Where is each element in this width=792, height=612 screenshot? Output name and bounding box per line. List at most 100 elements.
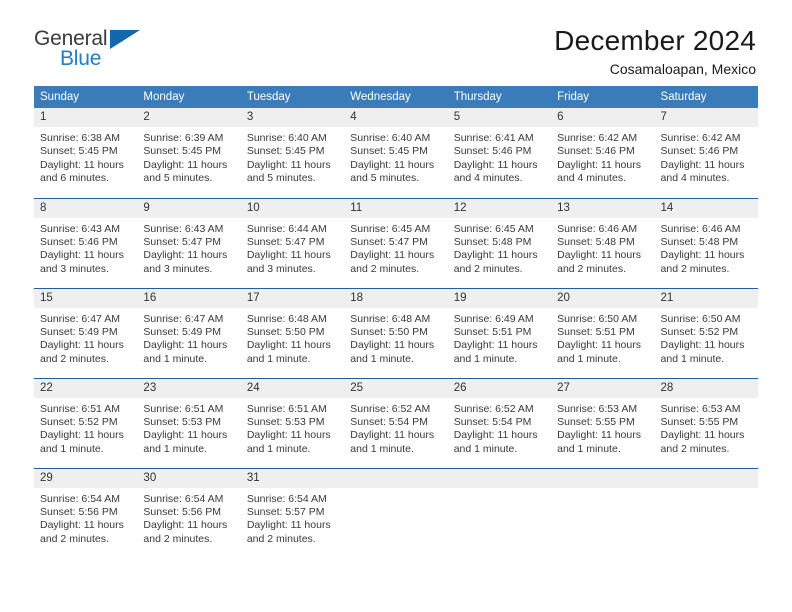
sunset-text: Sunset: 5:49 PM — [40, 325, 118, 338]
day-cell-empty — [447, 467, 552, 558]
day-cell-empty — [551, 467, 655, 558]
day-number: 15 — [34, 288, 138, 308]
sunset-text: Sunset: 5:45 PM — [143, 145, 222, 158]
day-details: Sunrise: 6:45 AM Sunset: 5:47 PM Daylight:… — [344, 218, 447, 277]
sunrise-text: Sunrise: 6:48 AM — [246, 312, 327, 325]
sunrise-text: Sunrise: 6:50 AM — [660, 312, 741, 325]
day-cell[interactable]: 29 Sunrise: 6:54 AM Sunset: 5:56 PM Dayligh… — [34, 467, 138, 558]
day-cell[interactable]: 5 Sunrise: 6:41 AM Sunset: 5:46 PM Daylight… — [447, 108, 552, 198]
daylight-text: Daylight: 11 hours and 1 minute. — [143, 339, 228, 365]
sunrise-text: Sunrise: 6:54 AM — [246, 492, 327, 505]
sunrise-text: Sunrise: 6:51 AM — [246, 402, 327, 415]
day-cell[interactable]: 2 Sunrise: 6:39 AM Sunset: 5:45 PM Daylight… — [137, 108, 241, 198]
daylight-text: Daylight: 11 hours and 5 minutes. — [246, 158, 331, 185]
day-number: 13 — [551, 198, 655, 218]
sunset-text: Sunset: 5:49 PM — [143, 325, 222, 338]
column-header-tuesday: Tuesday — [240, 86, 345, 108]
day-number: 23 — [137, 378, 241, 398]
day-cell[interactable]: 11 Sunrise: 6:45 AM Sunset: 5:47 PM Dayligh… — [344, 197, 448, 288]
day-details: Sunrise: 6:44 AM Sunset: 5:47 PM Daylight:… — [241, 218, 344, 277]
daylight-text: Daylight: 11 hours and 1 minute. — [246, 429, 331, 455]
day-details: Sunrise: 6:42 AM Sunset: 5:46 PM Daylight:… — [655, 127, 758, 186]
sunset-text: Sunset: 5:47 PM — [246, 235, 325, 248]
day-cell[interactable]: 23 Sunrise: 6:51 AM Sunset: 5:53 PM Dayligh… — [137, 377, 241, 468]
sunrise-text: Sunrise: 6:40 AM — [350, 132, 431, 144]
daylight-text: Daylight: 11 hours and 4 minutes. — [453, 158, 538, 185]
sunrise-text: Sunrise: 6:45 AM — [350, 222, 431, 235]
page-header: General Blue December 2024 Cosamaloapan,… — [34, 0, 758, 77]
day-number: 5 — [447, 108, 552, 127]
day-details: Sunrise: 6:46 AM Sunset: 5:48 PM Daylight:… — [551, 218, 654, 277]
day-cell[interactable]: 21 Sunrise: 6:50 AM Sunset: 5:52 PM Dayligh… — [654, 287, 758, 378]
day-cell[interactable]: 16 Sunrise: 6:47 AM Sunset: 5:49 PM Dayligh… — [137, 287, 241, 378]
daylight-text: Daylight: 11 hours and 1 minute. — [246, 339, 331, 365]
calendar-week-row: 8 Sunrise: 6:43 AM Sunset: 5:46 PM Daylight… — [34, 197, 758, 288]
day-number — [654, 468, 758, 488]
daylight-text: Daylight: 11 hours and 2 minutes. — [350, 249, 435, 275]
sunset-text: Sunset: 5:50 PM — [246, 325, 325, 338]
day-cell[interactable]: 22 Sunrise: 6:51 AM Sunset: 5:52 PM Dayligh… — [34, 377, 138, 468]
day-number: 19 — [447, 288, 552, 308]
sunrise-text: Sunrise: 6:40 AM — [246, 132, 327, 144]
day-cell[interactable]: 17 Sunrise: 6:48 AM Sunset: 5:50 PM Dayligh… — [240, 287, 345, 378]
day-cell[interactable]: 9 Sunrise: 6:43 AM Sunset: 5:47 PM Daylight… — [137, 197, 241, 288]
day-cell[interactable]: 26 Sunrise: 6:52 AM Sunset: 5:54 PM Dayligh… — [447, 377, 552, 468]
daylight-text: Daylight: 11 hours and 2 minutes. — [246, 519, 331, 545]
day-details: Sunrise: 6:38 AM Sunset: 5:45 PM Daylight:… — [34, 127, 137, 186]
day-cell[interactable]: 27 Sunrise: 6:53 AM Sunset: 5:55 PM Dayligh… — [551, 377, 655, 468]
daylight-text: Daylight: 11 hours and 5 minutes. — [350, 158, 435, 185]
day-cell[interactable]: 6 Sunrise: 6:42 AM Sunset: 5:46 PM Daylight… — [551, 108, 655, 198]
day-cell[interactable]: 18 Sunrise: 6:48 AM Sunset: 5:50 PM Dayligh… — [344, 287, 448, 378]
day-cell[interactable]: 3 Sunrise: 6:40 AM Sunset: 5:45 PM Daylight… — [240, 108, 345, 198]
daylight-text: Daylight: 11 hours and 2 minutes. — [40, 519, 124, 545]
day-cell[interactable]: 13 Sunrise: 6:46 AM Sunset: 5:48 PM Dayligh… — [551, 197, 655, 288]
day-cell[interactable]: 20 Sunrise: 6:50 AM Sunset: 5:51 PM Dayligh… — [551, 287, 655, 378]
logo-text-blue: Blue — [60, 47, 102, 70]
day-details: Sunrise: 6:50 AM Sunset: 5:51 PM Daylight:… — [551, 308, 654, 367]
sunset-text: Sunset: 5:54 PM — [350, 415, 428, 428]
sunset-text: Sunset: 5:54 PM — [453, 415, 532, 428]
day-cell[interactable]: 28 Sunrise: 6:53 AM Sunset: 5:55 PM Dayligh… — [654, 377, 758, 468]
daylight-text: Daylight: 11 hours and 1 minute. — [453, 429, 538, 455]
day-cell[interactable]: 25 Sunrise: 6:52 AM Sunset: 5:54 PM Dayligh… — [344, 377, 448, 468]
sunrise-text: Sunrise: 6:47 AM — [143, 312, 224, 325]
sunset-text: Sunset: 5:51 PM — [557, 325, 635, 338]
day-details: Sunrise: 6:53 AM Sunset: 5:55 PM Daylight:… — [551, 398, 654, 457]
day-cell[interactable]: 8 Sunrise: 6:43 AM Sunset: 5:46 PM Daylight… — [34, 197, 138, 288]
day-cell[interactable]: 15 Sunrise: 6:47 AM Sunset: 5:49 PM Dayligh… — [34, 287, 138, 378]
day-cell[interactable]: 10 Sunrise: 6:44 AM Sunset: 5:47 PM Dayligh… — [240, 197, 345, 288]
sunset-text: Sunset: 5:48 PM — [557, 235, 635, 248]
day-details: Sunrise: 6:47 AM Sunset: 5:49 PM Daylight:… — [34, 308, 137, 367]
daylight-text: Daylight: 11 hours and 1 minute. — [350, 339, 435, 365]
sunrise-text: Sunrise: 6:53 AM — [660, 402, 741, 415]
sunset-text: Sunset: 5:46 PM — [40, 235, 118, 248]
day-cell[interactable]: 30 Sunrise: 6:54 AM Sunset: 5:56 PM Dayligh… — [137, 467, 241, 558]
calendar-page: General Blue December 2024 Cosamaloapan,… — [0, 0, 792, 612]
sunrise-text: Sunrise: 6:52 AM — [350, 402, 431, 415]
daylight-text: Daylight: 11 hours and 3 minutes. — [40, 249, 124, 275]
sunrise-text: Sunrise: 6:42 AM — [557, 132, 638, 144]
sunset-text: Sunset: 5:51 PM — [453, 325, 532, 338]
day-cell[interactable]: 4 Sunrise: 6:40 AM Sunset: 5:45 PM Daylight… — [344, 108, 448, 198]
day-number: 11 — [344, 198, 448, 218]
day-cell[interactable]: 24 Sunrise: 6:51 AM Sunset: 5:53 PM Dayligh… — [240, 377, 345, 468]
day-number: 25 — [344, 378, 448, 398]
day-number: 20 — [551, 288, 655, 308]
day-cell[interactable]: 1 Sunrise: 6:38 AM Sunset: 5:45 PM Daylight… — [34, 108, 138, 198]
daylight-text: Daylight: 11 hours and 4 minutes. — [557, 158, 641, 185]
day-cell[interactable]: 7 Sunrise: 6:42 AM Sunset: 5:46 PM Daylight… — [654, 108, 758, 198]
day-cell[interactable]: 31 Sunrise: 6:54 AM Sunset: 5:57 PM Dayligh… — [240, 467, 345, 558]
sunrise-text: Sunrise: 6:49 AM — [453, 312, 534, 325]
day-cell[interactable]: 12 Sunrise: 6:45 AM Sunset: 5:48 PM Dayligh… — [447, 197, 552, 288]
sunset-text: Sunset: 5:57 PM — [246, 505, 325, 518]
logo-text-general: General — [34, 27, 108, 50]
day-cell[interactable]: 14 Sunrise: 6:46 AM Sunset: 5:48 PM Dayligh… — [654, 197, 758, 288]
sunrise-text: Sunrise: 6:38 AM — [40, 132, 120, 144]
sunset-text: Sunset: 5:55 PM — [557, 415, 635, 428]
daylight-text: Daylight: 11 hours and 4 minutes. — [660, 158, 745, 185]
general-blue-logo[interactable]: General Blue — [34, 26, 154, 78]
day-number: 8 — [34, 198, 138, 218]
sunset-text: Sunset: 5:45 PM — [246, 145, 325, 158]
day-cell[interactable]: 19 Sunrise: 6:49 AM Sunset: 5:51 PM Dayligh… — [447, 287, 552, 378]
day-number: 9 — [137, 198, 241, 218]
